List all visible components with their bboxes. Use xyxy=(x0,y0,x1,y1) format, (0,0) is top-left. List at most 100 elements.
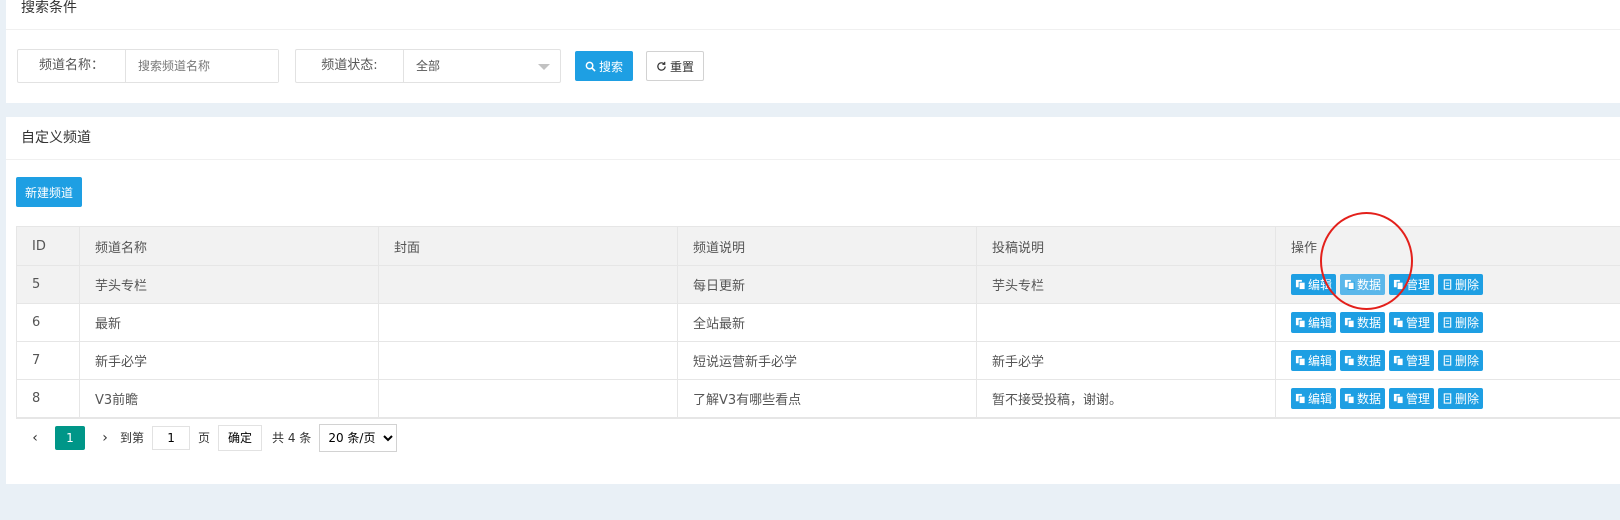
prev-page-icon[interactable]: ‹ xyxy=(28,430,42,446)
data-button[interactable]: 数据 xyxy=(1340,388,1386,409)
cell-desc: 每日更新 xyxy=(677,265,977,304)
cell-id: 5 xyxy=(16,265,80,304)
edit-label: 编辑 xyxy=(1308,392,1333,406)
search-button-label: 搜索 xyxy=(599,59,624,74)
delete-button[interactable]: 删除 xyxy=(1438,312,1484,333)
data-label: 数据 xyxy=(1357,316,1382,330)
cell-id: 6 xyxy=(16,303,80,342)
row-actions: 编辑 数据 管理 删除 xyxy=(1291,388,1620,409)
cell-submit xyxy=(976,303,1276,342)
table-row: 6 最新 全站最新 编辑 数据 管理 删除 xyxy=(16,303,1620,342)
page-size-select[interactable]: 20 条/页 xyxy=(319,423,398,452)
pagination: ‹ 1 › 到第 页 确定 共 4 条 20 条/页 xyxy=(16,418,1620,456)
delete-label: 删除 xyxy=(1455,392,1480,406)
search-panel-title: 搜索条件 xyxy=(6,0,1620,30)
page-label: 页 xyxy=(198,431,211,445)
copy-icon xyxy=(1393,393,1404,404)
cell-cover xyxy=(378,379,678,418)
caret-down-icon xyxy=(538,64,550,70)
channel-status-field: 频道状态: 全部 xyxy=(295,49,561,83)
reset-button[interactable]: 重置 xyxy=(646,51,705,81)
delete-label: 删除 xyxy=(1455,278,1480,292)
cell-submit: 新手必学 xyxy=(976,341,1276,380)
header-cover: 封面 xyxy=(378,226,678,266)
copy-icon xyxy=(1344,355,1355,366)
goto-confirm-button[interactable]: 确定 xyxy=(218,424,263,451)
cell-cover xyxy=(378,303,678,342)
manage-label: 管理 xyxy=(1406,354,1431,368)
channel-name-input[interactable] xyxy=(126,50,278,82)
cell-desc: 了解V3有哪些看点 xyxy=(677,379,977,418)
cell-id: 7 xyxy=(16,341,80,380)
manage-label: 管理 xyxy=(1406,316,1431,330)
document-icon xyxy=(1443,279,1452,290)
channel-list-title: 自定义频道 xyxy=(6,117,1620,160)
document-icon xyxy=(1443,317,1452,328)
copy-icon xyxy=(1344,393,1355,404)
new-channel-button[interactable]: 新建频道 xyxy=(16,177,83,207)
cell-actions: 编辑 数据 管理 删除 xyxy=(1275,379,1620,418)
edit-button[interactable]: 编辑 xyxy=(1291,388,1337,409)
row-actions: 编辑 数据 管理 删除 xyxy=(1291,350,1620,371)
cell-actions: 编辑 数据 管理 删除 xyxy=(1275,341,1620,380)
table-row: 7 新手必学 短说运营新手必学 新手必学 编辑 数据 管理 删除 xyxy=(16,341,1620,380)
manage-label: 管理 xyxy=(1406,392,1431,406)
copy-icon xyxy=(1295,355,1306,366)
cell-id: 8 xyxy=(16,379,80,418)
header-id: ID xyxy=(16,226,80,266)
delete-label: 删除 xyxy=(1455,316,1480,330)
cell-submit: 芋头专栏 xyxy=(976,265,1276,304)
goto-page-input[interactable] xyxy=(152,425,191,450)
data-label: 数据 xyxy=(1357,392,1382,406)
document-icon xyxy=(1443,355,1452,366)
manage-button[interactable]: 管理 xyxy=(1389,350,1435,371)
delete-button[interactable]: 删除 xyxy=(1438,388,1484,409)
manage-button[interactable]: 管理 xyxy=(1389,312,1435,333)
cell-submit: 暂不接受投稿，谢谢。 xyxy=(976,379,1276,418)
current-page[interactable]: 1 xyxy=(55,425,85,450)
cell-cover xyxy=(378,265,678,304)
document-icon xyxy=(1443,393,1452,404)
copy-icon xyxy=(1393,317,1404,328)
cell-name: 芋头专栏 xyxy=(79,265,379,304)
row-actions: 编辑 数据 管理 删除 xyxy=(1291,312,1620,333)
cell-cover xyxy=(378,341,678,380)
cell-name: 最新 xyxy=(79,303,379,342)
data-button[interactable]: 数据 xyxy=(1340,350,1386,371)
next-page-icon[interactable]: › xyxy=(98,430,112,446)
reset-button-label: 重置 xyxy=(670,59,695,74)
edit-label: 编辑 xyxy=(1308,354,1333,368)
cell-desc: 短说运营新手必学 xyxy=(677,341,977,380)
header-submit: 投稿说明 xyxy=(976,226,1276,266)
cell-desc: 全站最新 xyxy=(677,303,977,342)
table-row: 8 V3前瞻 了解V3有哪些看点 暂不接受投稿，谢谢。 编辑 数据 管理 删除 xyxy=(16,379,1620,418)
copy-icon xyxy=(1295,317,1306,328)
search-row: 频道名称： 频道状态: 全部 搜索 重置 xyxy=(17,49,705,83)
channel-status-value: 全部 xyxy=(416,59,441,73)
copy-icon xyxy=(1344,317,1355,328)
edit-button[interactable]: 编辑 xyxy=(1291,350,1337,371)
cell-name: 新手必学 xyxy=(79,341,379,380)
search-icon xyxy=(585,61,596,72)
copy-icon xyxy=(1393,355,1404,366)
delete-button[interactable]: 删除 xyxy=(1438,350,1484,371)
delete-label: 删除 xyxy=(1455,354,1480,368)
channel-status-label: 频道状态: xyxy=(296,50,404,82)
edit-button[interactable]: 编辑 xyxy=(1291,312,1337,333)
refresh-icon xyxy=(657,61,666,71)
cell-name: V3前瞻 xyxy=(79,379,379,418)
search-button[interactable]: 搜索 xyxy=(575,51,634,81)
data-label: 数据 xyxy=(1357,354,1382,368)
manage-button[interactable]: 管理 xyxy=(1389,388,1435,409)
edit-label: 编辑 xyxy=(1308,316,1333,330)
goto-label: 到第 xyxy=(120,431,145,445)
copy-icon xyxy=(1295,279,1306,290)
delete-button[interactable]: 删除 xyxy=(1438,274,1484,295)
data-button[interactable]: 数据 xyxy=(1340,312,1386,333)
header-desc: 频道说明 xyxy=(677,226,977,266)
header-name: 频道名称 xyxy=(79,226,379,266)
channel-name-label: 频道名称： xyxy=(18,50,126,82)
copy-icon xyxy=(1295,393,1306,404)
channel-name-field: 频道名称： xyxy=(17,49,279,83)
channel-status-select[interactable]: 全部 xyxy=(404,50,560,82)
